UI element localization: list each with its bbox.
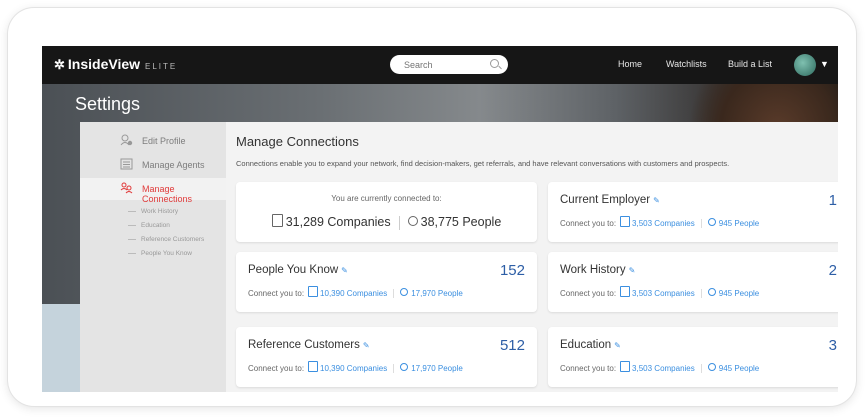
sidebar-subitem-reference-customers[interactable]: Reference Customers bbox=[128, 236, 204, 243]
nav-build-a-list[interactable]: Build a List bbox=[728, 59, 772, 69]
insideview-logo[interactable]: ✲ InsideView ELITE bbox=[54, 56, 177, 73]
search-input[interactable] bbox=[390, 55, 490, 75]
person-icon bbox=[407, 216, 418, 226]
summary-label: You are currently connected to: bbox=[331, 194, 442, 203]
screenshot-frame: ✲InsideViewELITE Home Watchlists Build a… bbox=[8, 8, 856, 406]
nav-home[interactable]: Home bbox=[618, 59, 642, 69]
pencil-icon[interactable]: ✎ bbox=[653, 196, 660, 205]
page-title: Settings bbox=[75, 94, 141, 114]
divider bbox=[700, 219, 702, 229]
sidebar-subitem-people-you-know[interactable]: People You Know bbox=[128, 250, 192, 257]
companies-link[interactable]: 3,503 Companies bbox=[632, 364, 695, 373]
person-icon bbox=[400, 288, 409, 296]
card-count: 152 bbox=[499, 262, 525, 279]
connections-icon bbox=[120, 182, 133, 194]
search-icon[interactable] bbox=[490, 59, 499, 68]
building-icon bbox=[271, 214, 283, 227]
card-title: Current Employer ✎ bbox=[560, 194, 660, 206]
sidebar-item-edit-profile[interactable]: Edit Profile bbox=[80, 130, 226, 152]
building-icon bbox=[308, 286, 319, 297]
edit-profile-icon bbox=[120, 134, 133, 146]
sidebar-item-label: Manage Agents bbox=[142, 160, 205, 170]
card-title: Education ✎ bbox=[560, 339, 621, 351]
building-icon bbox=[620, 286, 631, 297]
search-box bbox=[390, 55, 508, 75]
sidebar-item-manage-connections[interactable]: Manage Connections bbox=[80, 178, 228, 204]
card-title: Reference Customers ✎ bbox=[248, 339, 370, 351]
chevron-down-icon[interactable]: ▼ bbox=[820, 59, 829, 69]
card-count: 1 bbox=[828, 192, 837, 209]
building-icon bbox=[620, 216, 631, 227]
people-link[interactable]: 945 People bbox=[719, 364, 759, 373]
person-icon bbox=[707, 363, 716, 371]
companies-link[interactable]: 3,503 Companies bbox=[632, 219, 695, 228]
summary-stats: 31,289 Companies 38,775 People bbox=[236, 214, 537, 230]
connections-summary-card: You are currently connected to: 31,289 C… bbox=[236, 182, 537, 242]
top-navigation-bar: ✲InsideViewELITE Home Watchlists Build a… bbox=[42, 46, 838, 84]
pencil-icon[interactable]: ✎ bbox=[629, 266, 636, 275]
person-icon bbox=[707, 288, 716, 296]
divider bbox=[393, 289, 395, 299]
card-reference-customers[interactable]: Reference Customers ✎ 512 Connect you to:… bbox=[236, 327, 537, 387]
app-window: ✲InsideViewELITE Home Watchlists Build a… bbox=[42, 46, 838, 392]
companies-link[interactable]: 3,503 Companies bbox=[632, 289, 695, 298]
pencil-icon[interactable]: ✎ bbox=[614, 341, 621, 350]
people-link[interactable]: 945 People bbox=[719, 289, 759, 298]
section-heading: Manage Connections bbox=[236, 134, 359, 149]
divider bbox=[700, 289, 702, 299]
card-education[interactable]: Education ✎ 3 Connect you to: 3,503 Compan… bbox=[548, 327, 838, 387]
settings-sidebar: Edit Profile Manage Agents Manage Connec… bbox=[80, 122, 228, 392]
logo-mark-icon: ✲ bbox=[54, 57, 65, 72]
card-connections: Connect you to: 10,390 Companies 17,970 Pe… bbox=[248, 286, 463, 299]
pencil-icon[interactable]: ✎ bbox=[341, 266, 348, 275]
card-count: 512 bbox=[499, 337, 525, 354]
card-people-you-know[interactable]: People You Know ✎ 152 Connect you to: 10,3… bbox=[236, 252, 537, 312]
sidebar-subitem-education[interactable]: Education bbox=[128, 222, 170, 229]
nav-watchlists[interactable]: Watchlists bbox=[666, 59, 707, 69]
companies-link[interactable]: 10,390 Companies bbox=[320, 289, 387, 298]
sidebar-subitem-work-history[interactable]: Work History bbox=[128, 208, 178, 215]
sidebar-item-label: Manage Connections bbox=[142, 184, 193, 204]
agents-icon bbox=[120, 158, 133, 170]
building-icon bbox=[308, 361, 319, 372]
user-avatar[interactable] bbox=[794, 54, 816, 76]
people-link[interactable]: 17,970 People bbox=[411, 364, 463, 373]
summary-companies: 31,289 Companies bbox=[285, 215, 391, 229]
logo-tier: ELITE bbox=[145, 62, 178, 71]
divider bbox=[700, 364, 702, 374]
sidebar-item-manage-agents[interactable]: Manage Agents bbox=[80, 154, 226, 176]
card-connections: Connect you to: 3,503 Companies 945 People bbox=[560, 361, 759, 374]
card-work-history[interactable]: Work History ✎ 2 Connect you to: 3,503 Com… bbox=[548, 252, 838, 312]
building-icon bbox=[620, 361, 631, 372]
card-connections: Connect you to: 3,503 Companies 945 People bbox=[560, 286, 759, 299]
card-connections: Connect you to: 3,503 Companies 945 People bbox=[560, 216, 759, 229]
sidebar-item-label: Edit Profile bbox=[142, 136, 186, 146]
people-link[interactable]: 945 People bbox=[719, 219, 759, 228]
people-link[interactable]: 17,970 People bbox=[411, 289, 463, 298]
companies-link[interactable]: 10,390 Companies bbox=[320, 364, 387, 373]
card-title: Work History ✎ bbox=[560, 264, 636, 276]
divider bbox=[393, 364, 395, 374]
card-connections: Connect you to: 10,390 Companies 17,970 Pe… bbox=[248, 361, 463, 374]
card-count: 2 bbox=[828, 262, 837, 279]
person-icon bbox=[400, 363, 409, 371]
pencil-icon[interactable]: ✎ bbox=[363, 341, 370, 350]
card-count: 3 bbox=[828, 337, 837, 354]
card-title: People You Know ✎ bbox=[248, 264, 348, 276]
card-current-employer[interactable]: Current Employer ✎ 1 Connect you to: 3,503… bbox=[548, 182, 838, 242]
summary-people: 38,775 People bbox=[420, 215, 502, 229]
person-icon bbox=[707, 218, 716, 226]
divider bbox=[398, 215, 400, 230]
section-description: Connections enable you to expand your ne… bbox=[236, 159, 730, 168]
